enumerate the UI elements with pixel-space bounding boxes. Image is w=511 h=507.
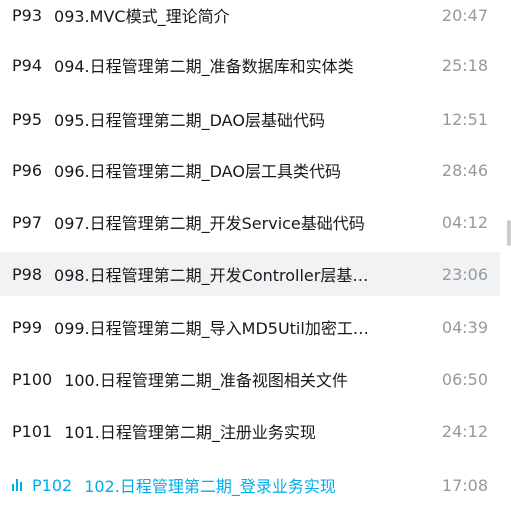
episode-title: 093.MVC模式_理论简介 — [54, 7, 230, 26]
episode-number: P97 — [12, 212, 43, 232]
episode-item-p101[interactable]: P101 101.日程管理第二期_注册业务实现 24:12 — [0, 409, 500, 453]
episode-number: P95 — [12, 109, 43, 129]
episode-duration: 17:08 — [441, 475, 488, 495]
scrollbar-thumb[interactable] — [507, 220, 511, 246]
episode-number: P96 — [12, 160, 43, 180]
episode-duration: 23:06 — [441, 264, 488, 284]
episode-title: 101.日程管理第二期_注册业务实现 — [64, 423, 316, 442]
episode-duration: 06:50 — [441, 369, 488, 389]
episode-duration: 12:51 — [441, 109, 488, 129]
episode-item-p97[interactable]: P97 097.日程管理第二期_开发Service基础代码 04:12 — [0, 200, 500, 244]
episode-title: 102.日程管理第二期_登录业务实现 — [84, 477, 336, 496]
episode-duration: 20:47 — [441, 5, 488, 25]
episode-number: P102 — [32, 475, 73, 495]
episode-title: 096.日程管理第二期_DAO层工具类代码 — [54, 162, 341, 181]
episode-number: P100 — [12, 369, 53, 389]
episode-number: P101 — [12, 421, 53, 441]
episode-title: 094.日程管理第二期_准备数据库和实体类 — [54, 57, 354, 76]
episode-item-p98[interactable]: P98 098.日程管理第二期_开发Controller层基… 23:06 — [0, 252, 500, 296]
episode-title: 100.日程管理第二期_准备视图相关文件 — [64, 371, 348, 390]
episode-number: P99 — [12, 317, 43, 337]
episode-number: P94 — [12, 55, 43, 75]
episode-duration: 04:12 — [441, 212, 488, 232]
episode-item-p94[interactable]: P94 094.日程管理第二期_准备数据库和实体类 25:18 — [0, 43, 500, 87]
episode-list: P93 093.MVC模式_理论简介 20:47 P94 094.日程管理第二期… — [0, 0, 500, 507]
episode-number: P93 — [12, 5, 43, 25]
episode-item-p99[interactable]: P99 099.日程管理第二期_导入MD5Util加密工… 04:39 — [0, 305, 500, 349]
episode-title: 098.日程管理第二期_开发Controller层基… — [54, 266, 369, 285]
episode-duration: 25:18 — [441, 55, 488, 75]
episode-title: 099.日程管理第二期_导入MD5Util加密工… — [54, 319, 369, 338]
episode-item-p96[interactable]: P96 096.日程管理第二期_DAO层工具类代码 28:46 — [0, 148, 500, 192]
episode-title: 097.日程管理第二期_开发Service基础代码 — [54, 214, 365, 233]
episode-item-p93[interactable]: P93 093.MVC模式_理论简介 20:47 — [0, 0, 500, 37]
episode-duration: 28:46 — [441, 160, 488, 180]
episode-duration: 04:39 — [441, 317, 488, 337]
episode-number: P98 — [12, 264, 43, 284]
episode-item-p102[interactable]: P102 102.日程管理第二期_登录业务实现 17:08 — [0, 463, 500, 507]
episode-title: 095.日程管理第二期_DAO层基础代码 — [54, 111, 325, 130]
playing-bars-icon — [12, 479, 24, 491]
episode-duration: 24:12 — [441, 421, 488, 441]
episode-item-p95[interactable]: P95 095.日程管理第二期_DAO层基础代码 12:51 — [0, 97, 500, 141]
episode-item-p100[interactable]: P100 100.日程管理第二期_准备视图相关文件 06:50 — [0, 357, 500, 401]
